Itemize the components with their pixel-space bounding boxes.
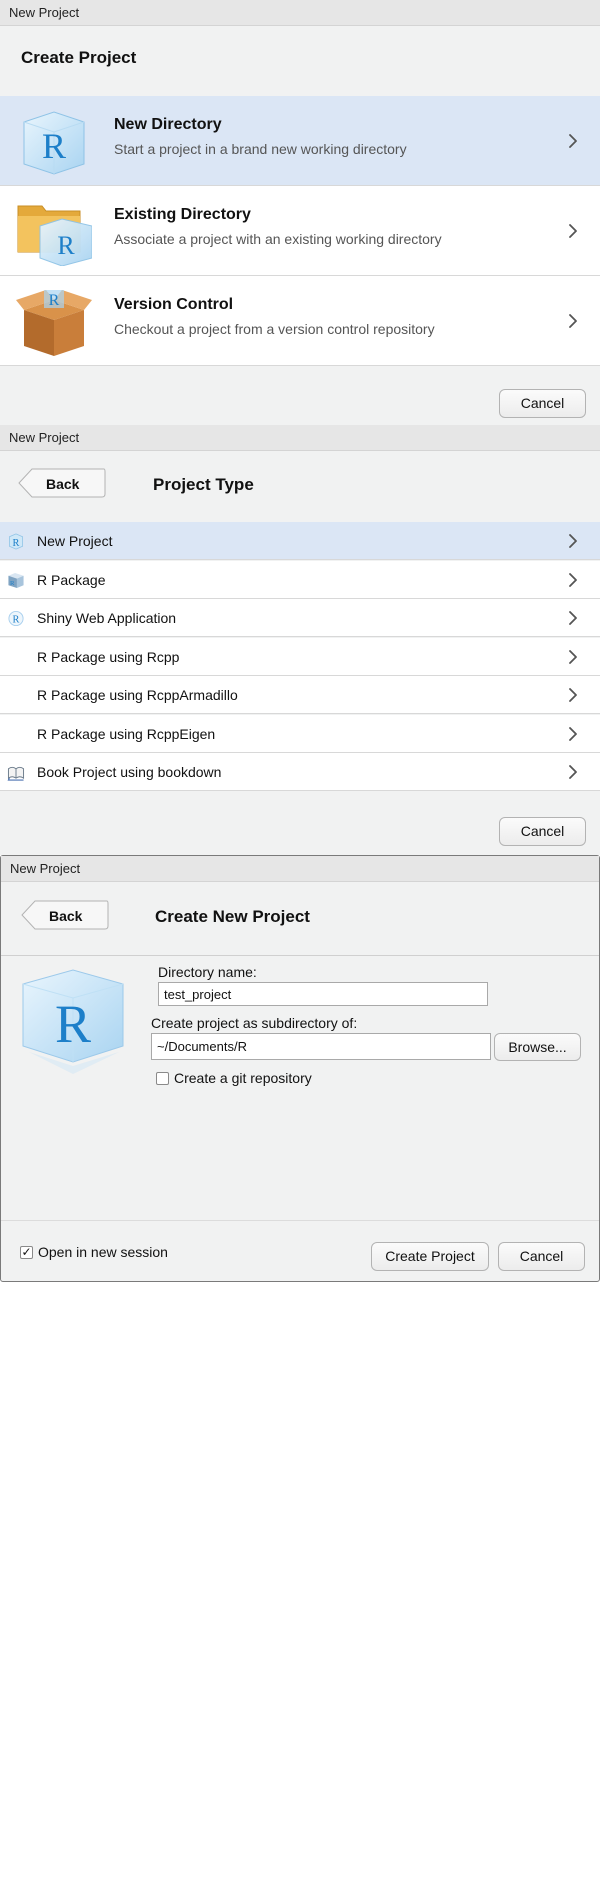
chevron-right-icon (566, 224, 580, 238)
chevron-right-icon (566, 611, 580, 625)
folder-r-icon: R (17, 205, 92, 266)
svg-text:R: R (55, 994, 91, 1054)
option-existing-directory[interactable]: R Existing Directory Associate a project… (0, 186, 600, 276)
list-item-label: R Package (37, 572, 106, 588)
cancel-button[interactable]: Cancel (499, 389, 586, 418)
window-title: New Project (1, 856, 599, 882)
option-title: Version Control (114, 296, 234, 313)
svg-text:R: R (10, 580, 15, 587)
list-item-label: Book Project using bookdown (37, 764, 222, 780)
list-item[interactable]: Book Project using bookdown (0, 753, 600, 791)
git-repository-label: Create a git repository (174, 1070, 312, 1086)
directory-name-input[interactable] (158, 982, 488, 1006)
page-title: Create Project (21, 48, 137, 67)
create-new-project-dialog: New Project Back Create New Project R Di… (0, 855, 600, 1282)
chevron-right-icon (566, 688, 580, 702)
cancel-button[interactable]: Cancel (499, 817, 586, 846)
option-subtitle: Start a project in a brand new working d… (114, 141, 407, 157)
option-version-control[interactable]: R Version Control Checkout a project fro… (0, 276, 600, 366)
window-title: New Project (0, 425, 600, 451)
svg-text:R: R (13, 538, 20, 549)
shiny-icon: R (8, 610, 24, 627)
page-title: Create New Project (155, 907, 310, 926)
list-item[interactable]: R R Package (0, 561, 600, 599)
package-icon: R (8, 572, 24, 589)
list-item[interactable]: R Shiny Web Application (0, 599, 600, 637)
r-cube-small-icon: R (9, 533, 23, 550)
list-item-label: R Package using RcppArmadillo (37, 687, 238, 703)
option-subtitle: Associate a project with an existing wor… (114, 231, 442, 247)
subdirectory-label: Create project as subdirectory of: (151, 1015, 358, 1031)
chevron-right-icon (566, 314, 580, 328)
cancel-button[interactable]: Cancel (498, 1242, 585, 1271)
chevron-right-icon (566, 650, 580, 664)
list-item-label: Shiny Web Application (37, 610, 177, 626)
open-in-new-session-checkbox[interactable]: ✓ (20, 1246, 33, 1259)
svg-text:R: R (49, 292, 60, 309)
git-repository-checkbox[interactable] (156, 1072, 169, 1085)
list-item-label: New Project (37, 533, 113, 549)
directory-name-label: Directory name: (158, 964, 257, 980)
create-project-button[interactable]: Create Project (371, 1242, 489, 1271)
list-item-label: R Package using RcppEigen (37, 726, 216, 742)
open-in-new-session-label: Open in new session (38, 1244, 168, 1260)
chevron-right-icon (566, 573, 580, 587)
create-project-dialog: New Project Create Project R New Directo… (0, 0, 600, 425)
list-item[interactable]: R New Project (0, 522, 600, 560)
r-cube-icon: R (23, 111, 85, 175)
option-new-directory[interactable]: R New Directory Start a project in a bra… (0, 96, 600, 186)
chevron-right-icon (566, 134, 580, 148)
divider (1, 1220, 599, 1221)
option-subtitle: Checkout a project from a version contro… (114, 321, 435, 337)
option-title: Existing Directory (114, 206, 251, 223)
window-title: New Project (0, 0, 600, 26)
project-type-dialog: New Project Back Project Type R New Proje… (0, 425, 600, 855)
subdirectory-input[interactable] (151, 1033, 491, 1060)
svg-text:R: R (42, 126, 66, 166)
svg-text:R: R (13, 614, 20, 625)
r-cube-icon: R (22, 969, 124, 1074)
chevron-right-icon (566, 727, 580, 741)
back-button-label: Back (49, 908, 83, 924)
list-item-label: R Package using Rcpp (37, 649, 180, 665)
browse-button[interactable]: Browse... (494, 1033, 581, 1061)
box-icon: R (16, 290, 92, 356)
book-icon (7, 766, 25, 781)
svg-text:R: R (57, 231, 75, 260)
chevron-right-icon (566, 765, 580, 779)
list-item[interactable]: R Package using RcppArmadillo (0, 676, 600, 714)
chevron-right-icon (566, 534, 580, 548)
list-item[interactable]: R Package using RcppEigen (0, 715, 600, 753)
option-title: New Directory (114, 116, 222, 133)
divider (1, 955, 599, 956)
list-item[interactable]: R Package using Rcpp (0, 638, 600, 676)
page-title: Project Type (153, 475, 254, 494)
back-button-label: Back (46, 476, 80, 492)
